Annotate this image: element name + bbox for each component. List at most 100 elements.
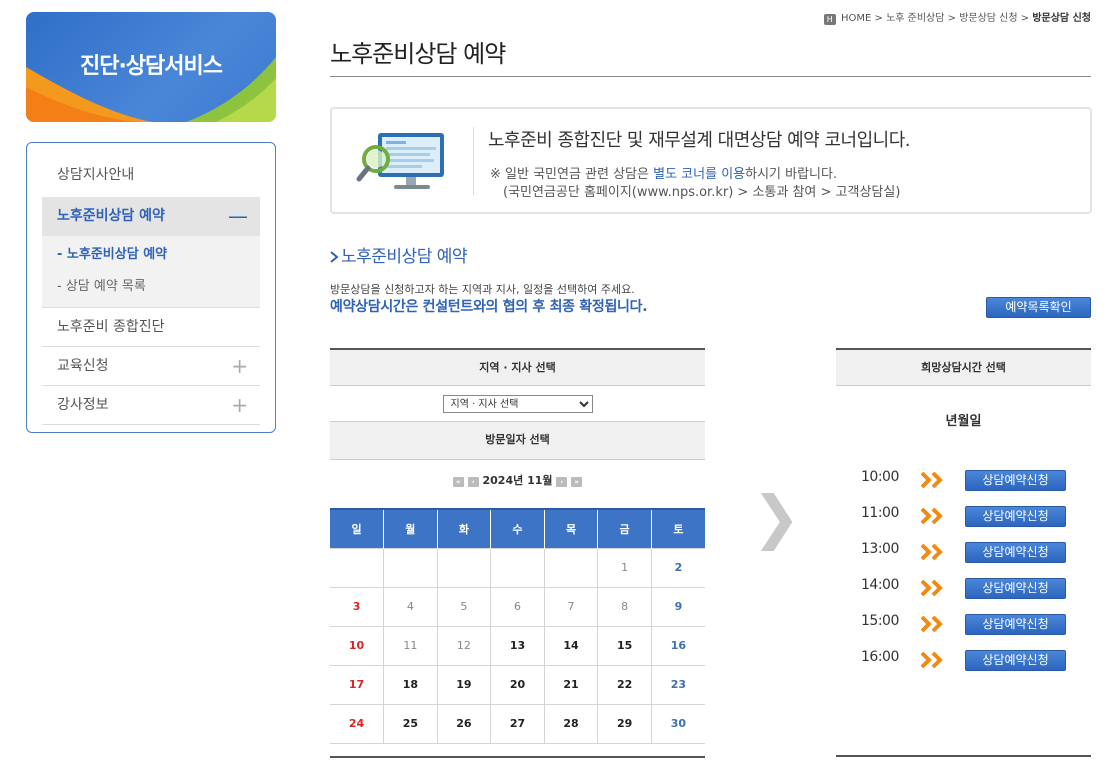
home-icon[interactable]: H xyxy=(823,14,836,25)
chevron-right-icon xyxy=(330,251,339,263)
sidebar-item-label: 교육신청 xyxy=(57,358,109,374)
calendar-day[interactable]: 22 xyxy=(597,664,652,705)
region-header: 지역 · 지사 선택 xyxy=(330,348,705,386)
next-month-icon[interactable]: › xyxy=(556,477,568,487)
sidebar-submenu: - 노후준비상담 예약 - 상담 예약 목록 xyxy=(42,236,260,308)
calendar-day[interactable]: 26 xyxy=(436,703,492,744)
sidebar-item-diagnosis[interactable]: 노후준비 종합진단 xyxy=(42,308,260,347)
calendar-day: 1 xyxy=(597,547,652,588)
calendar-week-row: 12 xyxy=(330,547,705,588)
time-slot-row: 15:00 상담예약신청 xyxy=(836,613,1091,649)
calendar-day[interactable]: 27 xyxy=(490,703,545,744)
reserve-slot-button[interactable]: 상담예약신청 xyxy=(965,470,1066,491)
reserve-slot-button[interactable]: 상담예약신청 xyxy=(965,542,1066,563)
time-slot-label: 15:00 xyxy=(861,613,899,629)
double-chevron-icon xyxy=(920,507,943,525)
section-title-text: 노후준비상담 예약 xyxy=(341,247,468,267)
reserve-slot-button[interactable]: 상담예약신청 xyxy=(965,506,1066,527)
double-chevron-icon xyxy=(920,651,943,669)
calendar-day[interactable]: 29 xyxy=(597,703,652,744)
calendar-day: 7 xyxy=(543,586,599,627)
weekday-header: 수 xyxy=(490,508,545,548)
title-divider xyxy=(330,76,1091,77)
calendar-day[interactable]: 14 xyxy=(543,625,599,666)
calendar-day[interactable]: 30 xyxy=(650,703,705,744)
time-slot-row: 10:00 상담예약신청 xyxy=(836,469,1091,505)
sidebar-item-education[interactable]: 교육신청 + xyxy=(42,347,260,386)
sidebar-item-consult-reservation[interactable]: 노후준비상담 예약 — xyxy=(42,197,260,236)
calendar-day: 4 xyxy=(383,586,438,627)
calendar-day[interactable]: 16 xyxy=(650,625,705,666)
weekday-header: 토 xyxy=(650,508,705,548)
sidebar-banner: 진단·상담서비스 xyxy=(26,12,276,122)
calendar-week-row: 3456789 xyxy=(330,586,705,627)
calendar-day[interactable]: 19 xyxy=(436,664,492,705)
time-slot-label: 16:00 xyxy=(861,649,899,665)
region-select[interactable]: 지역 · 지사 선택 xyxy=(442,395,593,413)
calendar-empty-cell xyxy=(436,547,492,588)
calendar-day[interactable]: 25 xyxy=(383,703,438,744)
calendar-week-row: 10 11 12 13 14 15 16 xyxy=(330,625,705,666)
calendar-day[interactable]: 18 xyxy=(383,664,438,705)
calendar-day[interactable]: 24 xyxy=(330,703,385,744)
weekday-header: 일 xyxy=(330,508,384,548)
calendar-day[interactable]: 28 xyxy=(543,703,599,744)
calendar-day: 5 xyxy=(436,586,492,627)
sidebar-subitem-reservation-list[interactable]: - 상담 예약 목록 xyxy=(57,271,260,303)
date-header: 방문일자 선택 xyxy=(330,422,705,460)
sidebar-item-label: 노후준비 종합진단 xyxy=(57,319,165,335)
sidebar-subitem-reservation[interactable]: - 노후준비상담 예약 xyxy=(57,239,260,271)
info-note-suffix: 하시기 바랍니다. xyxy=(745,167,838,182)
section-emphasis: 예약상담시간은 컨설턴트와의 협의 후 최종 확정됩니다. xyxy=(330,299,648,315)
info-divider xyxy=(473,127,474,195)
month-navigator: « ‹ 2024년 11월 › » xyxy=(330,460,705,508)
calendar-day[interactable]: 15 xyxy=(597,625,652,666)
calendar-day: 12 xyxy=(436,625,492,666)
reserve-slot-button[interactable]: 상담예약신청 xyxy=(965,578,1066,599)
next-year-icon[interactable]: » xyxy=(571,477,583,487)
calendar: 일월화수목금토 1 2 3 4 5 6 7 8 9 10 11 12 13 14 15 16 17 18 19 20 2… xyxy=(330,508,705,744)
page-title: 노후준비상담 예약 xyxy=(330,40,506,68)
time-slot-label: 14:00 xyxy=(861,577,899,593)
sidebar-item-label: 노후준비상담 예약 xyxy=(57,208,165,224)
sidebar-item-branch-info[interactable]: 상담지사안내 xyxy=(42,157,260,197)
reserve-slot-button[interactable]: 상담예약신청 xyxy=(965,650,1066,671)
sidebar-item-instructor[interactable]: 강사정보 + xyxy=(42,386,260,425)
calendar-day[interactable]: 17 xyxy=(330,664,385,705)
calendar-day[interactable]: 3 xyxy=(330,586,385,627)
calendar-day[interactable]: 23 xyxy=(650,664,705,705)
time-panel-bottom-rule xyxy=(836,755,1091,757)
calendar-week-row: 24 25 26 27 28 29 30 xyxy=(330,703,705,744)
prev-year-icon[interactable]: « xyxy=(452,477,464,487)
selected-date-label: 년월일 xyxy=(945,414,982,429)
reservation-list-button[interactable]: 예약목록확인 xyxy=(986,297,1091,318)
calendar-day[interactable]: 21 xyxy=(543,664,599,705)
calendar-empty-cell xyxy=(383,547,438,588)
weekday-header: 월 xyxy=(383,508,438,548)
sidebar-item-label: 상담지사안내 xyxy=(57,167,135,183)
info-box: 노후준비 종합진단 및 재무설계 대면상담 예약 코너입니다. ※ 일반 국민연… xyxy=(330,107,1092,214)
info-note-link[interactable]: 별도 코너를 이용 xyxy=(653,167,745,182)
month-label: 2024년 11월 xyxy=(482,474,553,487)
breadcrumb: H HOME > 노후 준비상담 > 방문상담 신청 > 방문상담 신청 xyxy=(823,9,1091,25)
time-slot-row: 13:00 상담예약신청 xyxy=(836,541,1091,577)
time-slot-label: 11:00 xyxy=(861,505,899,521)
time-panel: 희망상담시간 선택 년월일 10:00 상담예약신청 11:00 상담예약신청 13:0… xyxy=(836,348,1091,685)
info-note: ※ 일반 국민연금 관련 상담은 별도 코너를 이용하시기 바랍니다. xyxy=(490,163,837,182)
calendar-day[interactable]: 20 xyxy=(490,664,545,705)
prev-month-icon[interactable]: ‹ xyxy=(467,477,479,487)
time-slot-label: 13:00 xyxy=(861,541,899,557)
expand-icon: + xyxy=(231,393,248,417)
calendar-empty-cell xyxy=(330,547,385,588)
weekday-header: 금 xyxy=(597,508,652,548)
banner-title: 진단·상담서비스 xyxy=(79,54,223,79)
double-chevron-icon xyxy=(920,579,943,597)
time-slot-list: 10:00 상담예약신청 11:00 상담예약신청 13:00 상담예약신청 14:00 상담… xyxy=(836,469,1091,685)
reserve-slot-button[interactable]: 상담예약신청 xyxy=(965,614,1066,635)
calendar-day[interactable]: 10 xyxy=(330,625,385,666)
calendar-day: 6 xyxy=(490,586,545,627)
next-step-arrow-icon: ❯ xyxy=(752,483,801,551)
calendar-day[interactable]: 13 xyxy=(490,625,545,666)
time-slot-row: 11:00 상담예약신청 xyxy=(836,505,1091,541)
breadcrumb-path[interactable]: HOME > 노후 준비상담 > 방문상담 신청 > xyxy=(841,13,1032,24)
